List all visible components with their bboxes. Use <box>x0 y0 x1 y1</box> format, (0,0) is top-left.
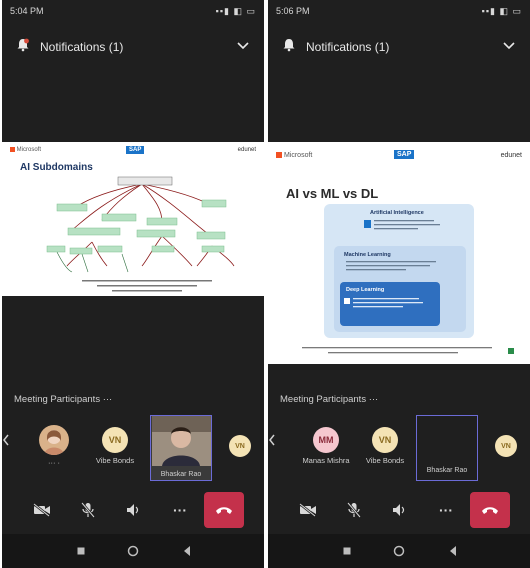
chevron-down-icon[interactable] <box>502 40 516 50</box>
recent-apps-button[interactable] <box>340 544 354 558</box>
subdomains-diagram <box>46 176 235 292</box>
speaker-icon <box>393 504 405 516</box>
participant-video-off <box>417 416 477 464</box>
bell-icon <box>283 39 295 52</box>
participants-label[interactable]: Meeting Participants ··· <box>280 394 378 405</box>
phone-screen-right: 5:06 PM ▪▪▮ ◧ ▭ Notifications (1) Micros… <box>268 0 530 568</box>
call-controls: ··· <box>268 492 530 528</box>
notifications-bar[interactable]: Notifications (1) <box>2 30 264 64</box>
ml-box-text <box>346 261 436 271</box>
avatar <box>39 425 69 455</box>
recent-apps-button[interactable] <box>74 544 88 558</box>
shared-slide: Microsoft SAP edunet AI vs ML vs DL Arti… <box>268 142 530 364</box>
speaker-button[interactable] <box>114 492 154 528</box>
dl-box: Deep Learning <box>340 282 440 326</box>
ai-box-text <box>364 220 440 230</box>
end-call-icon <box>216 507 232 514</box>
mic-off-icon <box>81 502 95 518</box>
participants-label[interactable]: Meeting Participants ··· <box>14 394 112 405</box>
ai-box: Artificial Intelligence Machine Learning… <box>324 204 474 338</box>
end-call-icon <box>482 507 498 514</box>
avatar: VN <box>229 435 251 457</box>
square-icon <box>77 547 85 555</box>
participant-video-tile-active[interactable]: Bhaskar Rao <box>416 415 478 481</box>
participant-name: ··· · <box>47 458 61 467</box>
speaker-button[interactable] <box>380 492 420 528</box>
phone-screen-left: 5:04 PM ▪▪▮ ◧ ▭ Notifications (1) Micros… <box>2 0 264 568</box>
camera-toggle-button[interactable] <box>22 492 62 528</box>
status-bar: 5:04 PM ▪▪▮ ◧ ▭ <box>2 0 264 22</box>
participant-video <box>151 416 211 466</box>
chevron-down-icon[interactable] <box>236 40 250 50</box>
participant-name: Bhaskar Rao <box>426 467 468 474</box>
square-icon <box>343 547 351 555</box>
slide-footer <box>302 347 514 354</box>
mic-toggle-button[interactable] <box>68 492 108 528</box>
call-controls: ··· <box>2 492 264 528</box>
home-button[interactable] <box>126 544 140 558</box>
status-time: 5:06 PM <box>276 6 310 16</box>
participant-name: Bhaskar Rao <box>160 471 202 478</box>
participant-tile[interactable]: VN Vibe Bonds <box>92 427 138 465</box>
notifications-label: Notifications (1) <box>40 40 124 54</box>
camera-off-icon <box>299 503 316 517</box>
notifications-bar[interactable]: Notifications (1) <box>268 30 530 64</box>
status-bar: 5:06 PM ▪▪▮ ◧ ▭ <box>268 0 530 22</box>
end-call-button[interactable] <box>204 492 244 528</box>
shared-slide: Microsoft SAP edunet AI Subdomains <box>2 142 264 296</box>
end-call-button[interactable] <box>470 492 510 528</box>
android-nav-bar <box>268 534 530 568</box>
speaker-icon <box>127 504 139 516</box>
system-status-icons: ▪▪▮ ◧ ▭ <box>481 6 522 16</box>
scroll-left-arrow-icon[interactable] <box>268 433 276 447</box>
avatar: VN <box>372 427 398 453</box>
more-options-button[interactable]: ··· <box>426 492 466 528</box>
dl-box-text <box>344 298 423 308</box>
participant-tile[interactable]: VN <box>228 435 252 457</box>
participants-tray: MM Manas Mishra VN Vibe Bonds Bhaskar Ra… <box>268 415 530 485</box>
back-triangle-icon <box>450 546 456 556</box>
mic-off-icon <box>347 502 361 518</box>
mic-toggle-button[interactable] <box>334 492 374 528</box>
participants-tray: ··· · VN Vibe Bonds Bhaskar Rao VN <box>2 415 264 485</box>
participant-video-tile-active[interactable]: Bhaskar Rao <box>150 415 212 481</box>
camera-toggle-button[interactable] <box>288 492 328 528</box>
participant-tile[interactable]: MM Manas Mishra <box>302 427 350 465</box>
bell-icon <box>17 38 29 52</box>
participant-tile[interactable]: VN <box>494 435 518 457</box>
ml-box-title: Machine Learning <box>344 252 391 258</box>
android-nav-bar <box>2 534 264 568</box>
scroll-left-arrow-icon[interactable] <box>2 433 10 447</box>
back-button[interactable] <box>180 544 194 558</box>
home-button[interactable] <box>392 544 406 558</box>
more-options-button[interactable]: ··· <box>160 492 200 528</box>
home-icon <box>127 545 139 557</box>
camera-off-icon <box>33 503 50 517</box>
home-icon <box>393 545 405 557</box>
edunet-logo: edunet <box>500 152 522 159</box>
ai-box-title: Artificial Intelligence <box>370 210 424 216</box>
slide-title: AI vs ML vs DL <box>286 186 379 201</box>
participant-tile[interactable]: ··· · <box>36 425 72 467</box>
participant-tile[interactable]: VN Vibe Bonds <box>360 427 410 465</box>
microsoft-logo: Microsoft <box>276 152 312 159</box>
avatar: VN <box>495 435 517 457</box>
sap-logo: SAP <box>394 150 415 159</box>
avatar: VN <box>102 427 128 453</box>
participant-name: Manas Mishra <box>302 456 350 465</box>
system-status-icons: ▪▪▮ ◧ ▭ <box>215 6 256 16</box>
back-button[interactable] <box>446 544 460 558</box>
notifications-label: Notifications (1) <box>306 40 390 54</box>
ml-box: Machine Learning Deep Learning <box>334 246 466 332</box>
dl-box-title: Deep Learning <box>346 287 385 293</box>
avatar: MM <box>313 427 339 453</box>
participant-name: Vibe Bonds <box>365 456 405 465</box>
status-time: 5:04 PM <box>10 6 44 16</box>
back-triangle-icon <box>184 546 190 556</box>
participant-name: Vibe Bonds <box>95 456 135 465</box>
